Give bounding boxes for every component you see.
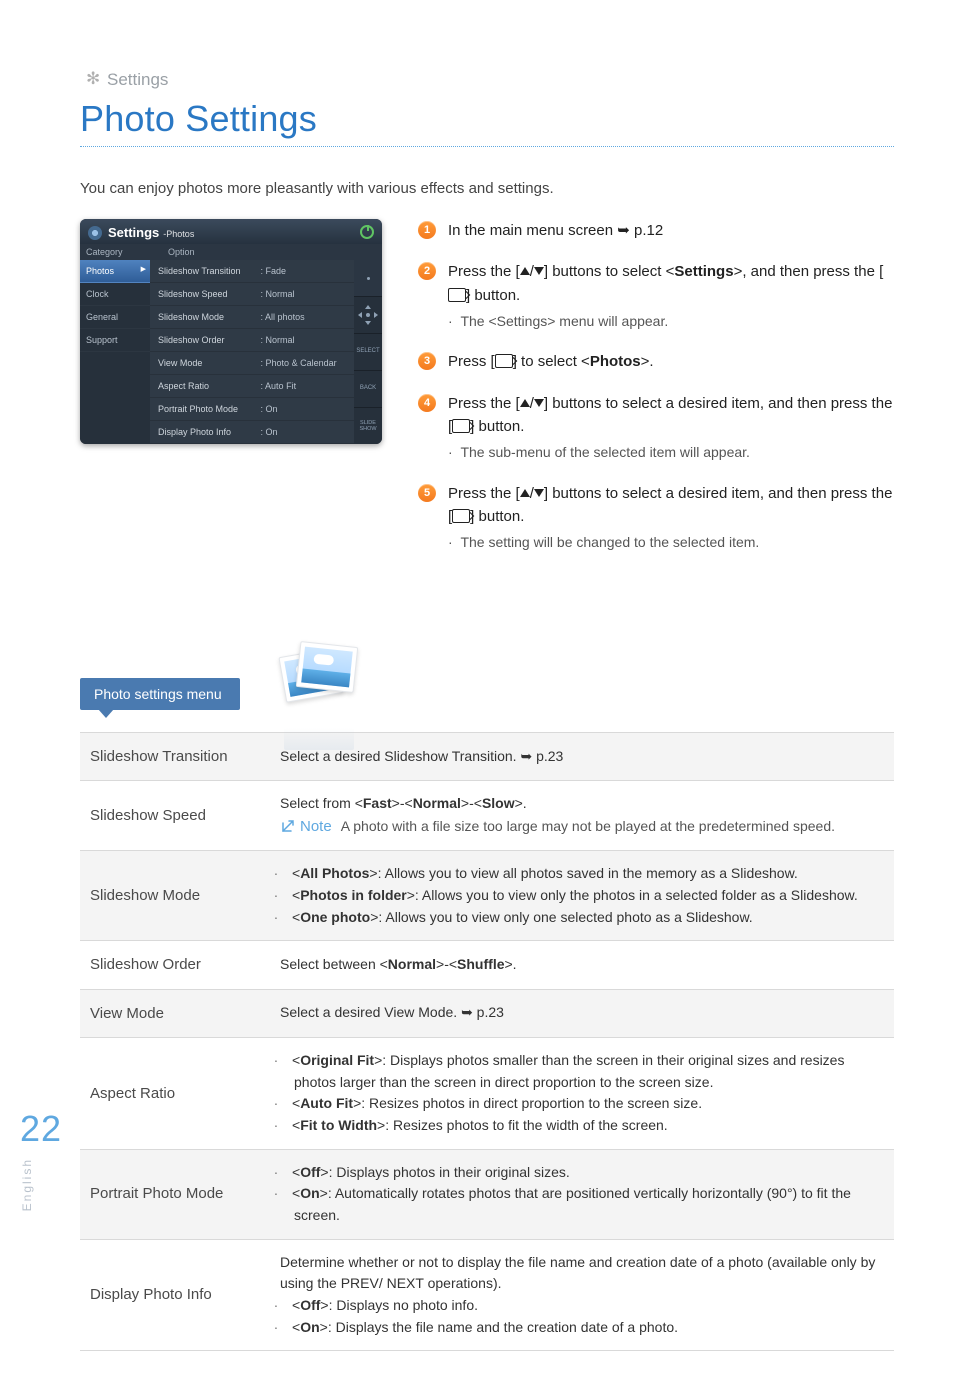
breadcrumb: ✻ Settings — [80, 70, 894, 90]
device-opt-row: Slideshow Order: Normal — [150, 329, 354, 352]
side-back-label: BACK — [360, 385, 376, 392]
section-heading: Photo settings menu — [80, 632, 894, 722]
step-1-text: In the main menu screen ➥ p.12 — [448, 222, 663, 239]
settings-row-key: Slideshow Speed — [80, 781, 270, 851]
device-category-list: PhotosClockGeneralSupport — [80, 260, 150, 444]
page-language: English — [20, 1158, 34, 1211]
step-1: 1 In the main menu screen ➥ p.12 — [418, 219, 894, 242]
device-opt-row: Slideshow Transition: Fade — [150, 260, 354, 283]
step-4-sub: · The sub-menu of the selected item will… — [448, 442, 894, 464]
step-5: 5 Press the [/] buttons to select a desi… — [418, 482, 894, 554]
triangle-up-icon — [520, 267, 530, 275]
settings-row: Slideshow SpeedSelect from <Fast>-<Norma… — [80, 781, 894, 851]
settings-row: Aspect Ratio·<Original Fit>: Displays ph… — [80, 1037, 894, 1149]
device-cat-photos: Photos — [80, 260, 150, 283]
settings-row-key: Slideshow Mode — [80, 851, 270, 941]
settings-row: Slideshow Mode·<All Photos>: Allows you … — [80, 851, 894, 941]
settings-row-value: Select from <Fast>-<Normal>-<Slow>.Note … — [270, 781, 894, 851]
enter-icon — [448, 288, 466, 302]
gear-icon — [88, 226, 102, 240]
triangle-down-icon — [534, 399, 544, 407]
step-2-sub: · The <Settings> menu will appear. — [448, 311, 894, 333]
settings-row-key: Slideshow Order — [80, 941, 270, 989]
device-opt-row: Display Photo Info: On — [150, 421, 354, 444]
device-subtitle: -Photos — [163, 229, 194, 239]
intro-text: You can enjoy photos more pleasantly wit… — [80, 180, 894, 197]
device-head-option: Option — [162, 244, 382, 260]
note-icon — [280, 818, 296, 834]
step-number-2: 2 — [418, 262, 436, 280]
power-icon — [360, 225, 374, 239]
settings-row-value: ·<Original Fit>: Displays photos smaller… — [270, 1037, 894, 1149]
steps-list: 1 In the main menu screen ➥ p.12 2 Press… — [418, 219, 894, 572]
page-margin: 22 English — [20, 1108, 62, 1211]
device-head-category: Category — [80, 244, 162, 260]
enter-icon — [452, 509, 470, 523]
enter-icon — [495, 354, 513, 368]
device-option-list: Slideshow Transition: FadeSlideshow Spee… — [150, 260, 354, 444]
settings-table: Slideshow TransitionSelect a desired Sli… — [80, 732, 894, 1351]
triangle-up-icon — [520, 399, 530, 407]
step-number-1: 1 — [418, 221, 436, 239]
settings-row-value: Select a desired View Mode. ➥ p.23 — [270, 989, 894, 1037]
settings-row-value: Select a desired Slideshow Transition. ➥… — [270, 733, 894, 781]
triangle-down-icon — [534, 489, 544, 497]
photo-thumbnail-icon — [278, 644, 362, 728]
settings-row: View ModeSelect a desired View Mode. ➥ p… — [80, 989, 894, 1037]
settings-row-key: Portrait Photo Mode — [80, 1149, 270, 1239]
settings-row-value: Determine whether or not to display the … — [270, 1239, 894, 1351]
step-4: 4 Press the [/] buttons to select a desi… — [418, 392, 894, 464]
settings-row: Slideshow TransitionSelect a desired Sli… — [80, 733, 894, 781]
device-cat-clock: Clock — [80, 283, 150, 306]
device-side-controls: SELECT BACK SLIDESHOW — [354, 260, 382, 444]
page-title: Photo Settings — [80, 98, 894, 140]
step-3: 3 Press [] to select <Photos>. — [418, 350, 894, 373]
breadcrumb-text: Settings — [107, 70, 168, 89]
device-cat-general: General — [80, 306, 150, 329]
step-5-sub: · The setting will be changed to the sel… — [448, 532, 894, 554]
section-tab: Photo settings menu — [80, 678, 240, 710]
device-title: Settings — [108, 225, 159, 240]
dpad-icon — [358, 305, 378, 325]
triangle-down-icon — [534, 267, 544, 275]
settings-row-key: Aspect Ratio — [80, 1037, 270, 1149]
step-number-5: 5 — [418, 484, 436, 502]
settings-row-value: Select between <Normal>-<Shuffle>. — [270, 941, 894, 989]
settings-row-key: Display Photo Info — [80, 1239, 270, 1351]
divider-dotted — [80, 146, 894, 148]
settings-row: Slideshow OrderSelect between <Normal>-<… — [80, 941, 894, 989]
device-opt-row: Aspect Ratio: Auto Fit — [150, 375, 354, 398]
settings-row-key: View Mode — [80, 989, 270, 1037]
settings-row: Display Photo InfoDetermine whether or n… — [80, 1239, 894, 1351]
device-opt-row: View Mode: Photo & Calendar — [150, 352, 354, 375]
step-number-4: 4 — [418, 394, 436, 412]
settings-row-value: ·<Off>: Displays photos in their origina… — [270, 1149, 894, 1239]
side-slideshow-label: SLIDESHOW — [359, 420, 376, 432]
triangle-up-icon — [520, 489, 530, 497]
settings-row-value: ·<All Photos>: Allows you to view all ph… — [270, 851, 894, 941]
enter-icon — [452, 419, 470, 433]
side-select-label: SELECT — [356, 348, 379, 355]
device-opt-row: Slideshow Mode: All photos — [150, 306, 354, 329]
page-number: 22 — [20, 1108, 62, 1150]
step-2: 2 Press the [/] buttons to select <Setti… — [418, 260, 894, 332]
device-screenshot: Settings -Photos Category Option PhotosC… — [80, 219, 382, 444]
device-cat-support: Support — [80, 329, 150, 352]
settings-row: Portrait Photo Mode·<Off>: Displays phot… — [80, 1149, 894, 1239]
step-number-3: 3 — [418, 352, 436, 370]
settings-row-key: Slideshow Transition — [80, 733, 270, 781]
device-opt-row: Slideshow Speed: Normal — [150, 283, 354, 306]
device-opt-row: Portrait Photo Mode: On — [150, 398, 354, 421]
